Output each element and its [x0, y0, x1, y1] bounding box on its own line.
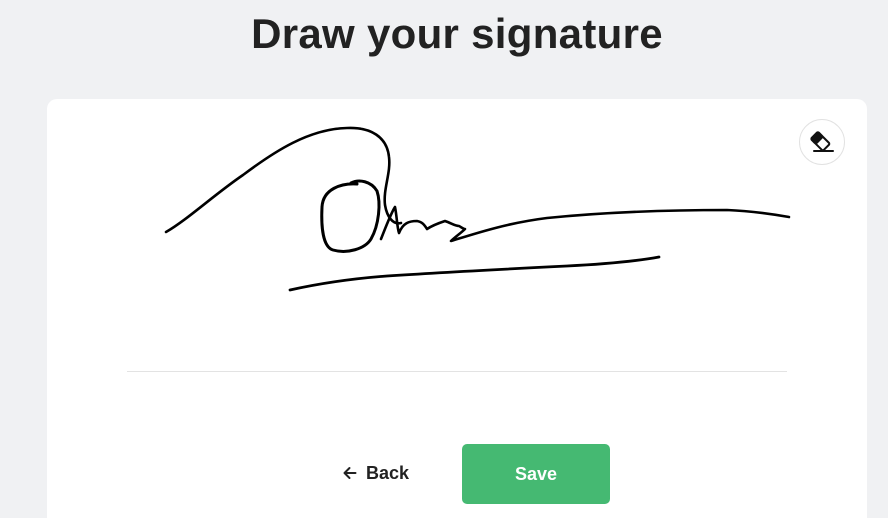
signature-stroke-1 — [164, 126, 403, 234]
back-button-label: Back — [366, 462, 410, 483]
arrow-left-icon — [343, 467, 357, 479]
clear-signature-button[interactable] — [799, 119, 845, 165]
save-button[interactable]: Save — [462, 444, 610, 504]
signature-stroke-2 — [320, 179, 381, 253]
page-title: Draw your signature — [251, 10, 663, 57]
signature-baseline — [127, 371, 787, 372]
back-button[interactable]: Back — [337, 455, 415, 491]
signature-stroke-4 — [288, 255, 661, 292]
signature-drawing — [164, 126, 791, 292]
eraser-icon — [810, 131, 834, 152]
signature-canvas[interactable] — [47, 99, 867, 372]
signature-page: Draw your signature Back Save — [0, 0, 888, 518]
signature-card: Back Save — [47, 99, 867, 518]
signature-stroke-3 — [379, 205, 791, 243]
